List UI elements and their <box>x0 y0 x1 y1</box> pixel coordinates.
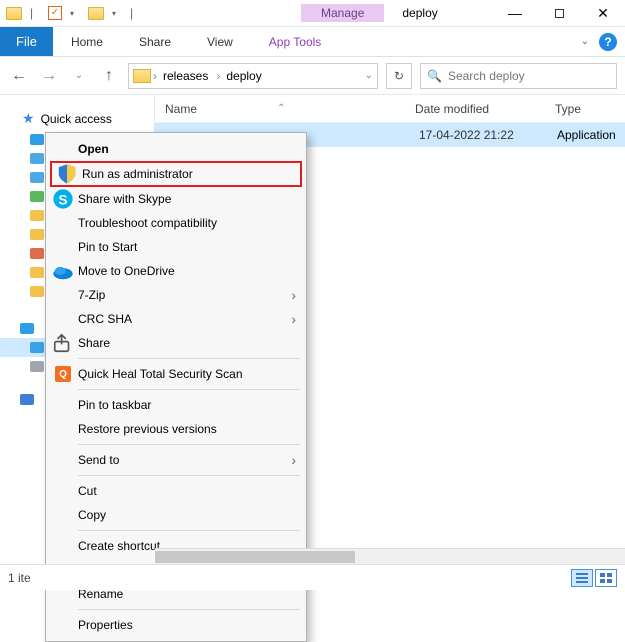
ctx-pin-taskbar[interactable]: Pin to taskbar <box>48 393 304 417</box>
ribbon: File Home Share View App Tools ⌄ ? <box>0 27 625 57</box>
details-view-button[interactable] <box>571 569 593 587</box>
nav-bar: ← → ⌄ ↑ › releases › deploy ⌄ ↻ 🔍 <box>0 57 625 95</box>
ctx-share-skype[interactable]: S Share with Skype <box>48 187 304 211</box>
quick-access-toolbar: | ✓ ▾ ▾ | <box>0 6 146 20</box>
breadcrumb-releases[interactable]: releases <box>159 69 214 83</box>
up-button[interactable]: ↑ <box>98 65 120 87</box>
onedrive-icon <box>52 260 74 282</box>
sidebar-item-quick-access[interactable]: ★ Quick access <box>0 107 154 130</box>
scrollbar-thumb[interactable] <box>155 551 355 563</box>
ctx-send-to[interactable]: Send to › <box>48 448 304 472</box>
folder-icon <box>133 69 151 83</box>
chevron-right-icon: › <box>291 311 296 327</box>
column-headers: Name ⌃ Date modified Type <box>155 95 625 123</box>
file-tab[interactable]: File <box>0 27 53 56</box>
chevron-right-icon: › <box>291 452 296 468</box>
tab-view[interactable]: View <box>189 27 251 56</box>
help-button[interactable]: ? <box>599 33 617 51</box>
address-dropdown-icon[interactable]: ⌄ <box>365 70 373 81</box>
ctx-separator <box>78 530 300 531</box>
view-toggles <box>571 569 617 587</box>
titlebar: | ✓ ▾ ▾ | Manage deploy — ✕ <box>0 0 625 27</box>
qat-divider: | <box>30 6 40 20</box>
window-title: deploy <box>402 6 437 20</box>
tab-home[interactable]: Home <box>53 27 121 56</box>
ctx-run-as-admin[interactable]: Run as administrator <box>52 163 300 185</box>
ctx-separator <box>78 475 300 476</box>
ctx-restore[interactable]: Restore previous versions <box>48 417 304 441</box>
sort-indicator-icon: ⌃ <box>277 103 285 114</box>
ctx-quick-heal[interactable]: Q Quick Heal Total Security Scan <box>48 362 304 386</box>
ctx-troubleshoot[interactable]: Troubleshoot compatibility <box>48 211 304 235</box>
forward-button[interactable]: → <box>38 65 60 87</box>
ribbon-expand-icon[interactable]: ⌄ <box>581 36 589 47</box>
folder-icon <box>88 7 104 20</box>
column-header-type[interactable]: Type <box>555 102 625 116</box>
qat-divider: | <box>130 6 140 20</box>
column-header-name[interactable]: Name ⌃ <box>155 102 415 116</box>
close-button[interactable]: ✕ <box>581 0 625 27</box>
ctx-pin-start[interactable]: Pin to Start <box>48 235 304 259</box>
horizontal-scrollbar[interactable] <box>155 548 625 564</box>
quickheal-icon: Q <box>52 366 74 382</box>
ctx-separator <box>78 609 300 610</box>
chevron-right-icon[interactable]: › <box>151 69 159 83</box>
ctx-separator <box>78 389 300 390</box>
ctx-onedrive[interactable]: Move to OneDrive <box>48 259 304 283</box>
search-icon: 🔍 <box>427 69 442 83</box>
status-item-count: 1 ite <box>8 571 31 585</box>
ctx-share[interactable]: Share <box>48 331 304 355</box>
chevron-right-icon[interactable]: › <box>214 69 222 83</box>
qat-dropdown-icon[interactable]: ▾ <box>70 9 80 18</box>
ctx-cut[interactable]: Cut <box>48 479 304 503</box>
search-input[interactable] <box>448 69 610 83</box>
share-icon <box>52 332 74 354</box>
qat-dropdown-icon[interactable]: ▾ <box>112 9 122 18</box>
ctx-open[interactable]: Open <box>48 137 304 161</box>
cell-type: Application <box>555 128 625 142</box>
maximize-button[interactable] <box>537 0 581 27</box>
status-bar: 1 ite <box>0 564 625 590</box>
ctx-separator <box>78 358 300 359</box>
minimize-button[interactable]: — <box>493 0 537 27</box>
ctx-crc[interactable]: CRC SHA › <box>48 307 304 331</box>
ctx-separator <box>78 444 300 445</box>
recent-dropdown-icon[interactable]: ⌄ <box>68 65 90 87</box>
chevron-right-icon: › <box>291 287 296 303</box>
back-button[interactable]: ← <box>8 65 30 87</box>
tab-share[interactable]: Share <box>121 27 189 56</box>
ctx-7zip[interactable]: 7-Zip › <box>48 283 304 307</box>
search-box[interactable]: 🔍 <box>420 63 617 89</box>
tab-app-tools[interactable]: App Tools <box>251 27 339 56</box>
ctx-copy[interactable]: Copy <box>48 503 304 527</box>
svg-text:S: S <box>58 193 67 208</box>
refresh-button[interactable]: ↻ <box>386 63 412 89</box>
cell-date: 17-04-2022 21:22 <box>415 128 555 142</box>
contextual-tab-manage[interactable]: Manage <box>301 4 384 22</box>
breadcrumb-deploy[interactable]: deploy <box>222 69 267 83</box>
folder-icon <box>6 7 22 20</box>
ctx-properties[interactable]: Properties <box>48 613 304 637</box>
sidebar-item-label: Quick access <box>41 112 112 126</box>
address-bar[interactable]: › releases › deploy ⌄ <box>128 63 378 89</box>
qat-checkbox[interactable]: ✓ <box>48 6 62 20</box>
star-icon: ★ <box>22 110 35 127</box>
window-controls: — ✕ <box>493 0 625 27</box>
skype-icon: S <box>52 188 74 210</box>
ctx-run-as-admin-highlight: Run as administrator <box>50 161 302 187</box>
thumbnails-view-button[interactable] <box>595 569 617 587</box>
column-header-date[interactable]: Date modified <box>415 102 555 116</box>
shield-icon <box>56 163 78 185</box>
